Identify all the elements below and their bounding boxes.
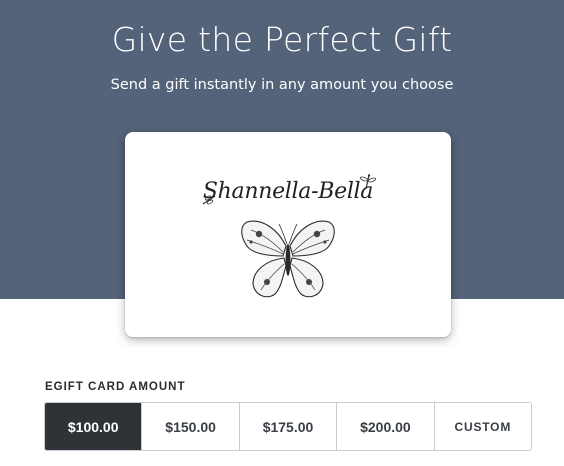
amount-selector: $100.00 $150.00 $175.00 $200.00 CUSTOM bbox=[44, 402, 532, 451]
amount-option-100[interactable]: $100.00 bbox=[45, 403, 142, 450]
page-subtitle: Send a gift instantly in any amount you … bbox=[110, 77, 454, 93]
dragonfly-icon bbox=[359, 174, 377, 190]
gift-card-preview: Shannella-Bella bbox=[125, 132, 451, 337]
amount-option-custom[interactable]: CUSTOM bbox=[433, 403, 531, 450]
amount-option-200[interactable]: $200.00 bbox=[336, 403, 434, 450]
egift-amount-label: EGIFT CARD AMOUNT bbox=[45, 381, 186, 393]
brand-logo-text: Shannella-Bella bbox=[202, 179, 374, 204]
page-title: Give the Perfect Gift bbox=[111, 20, 453, 59]
amount-option-175[interactable]: $175.00 bbox=[238, 403, 337, 450]
butterfly-icon bbox=[241, 220, 335, 298]
amount-option-150[interactable]: $150.00 bbox=[141, 403, 239, 450]
